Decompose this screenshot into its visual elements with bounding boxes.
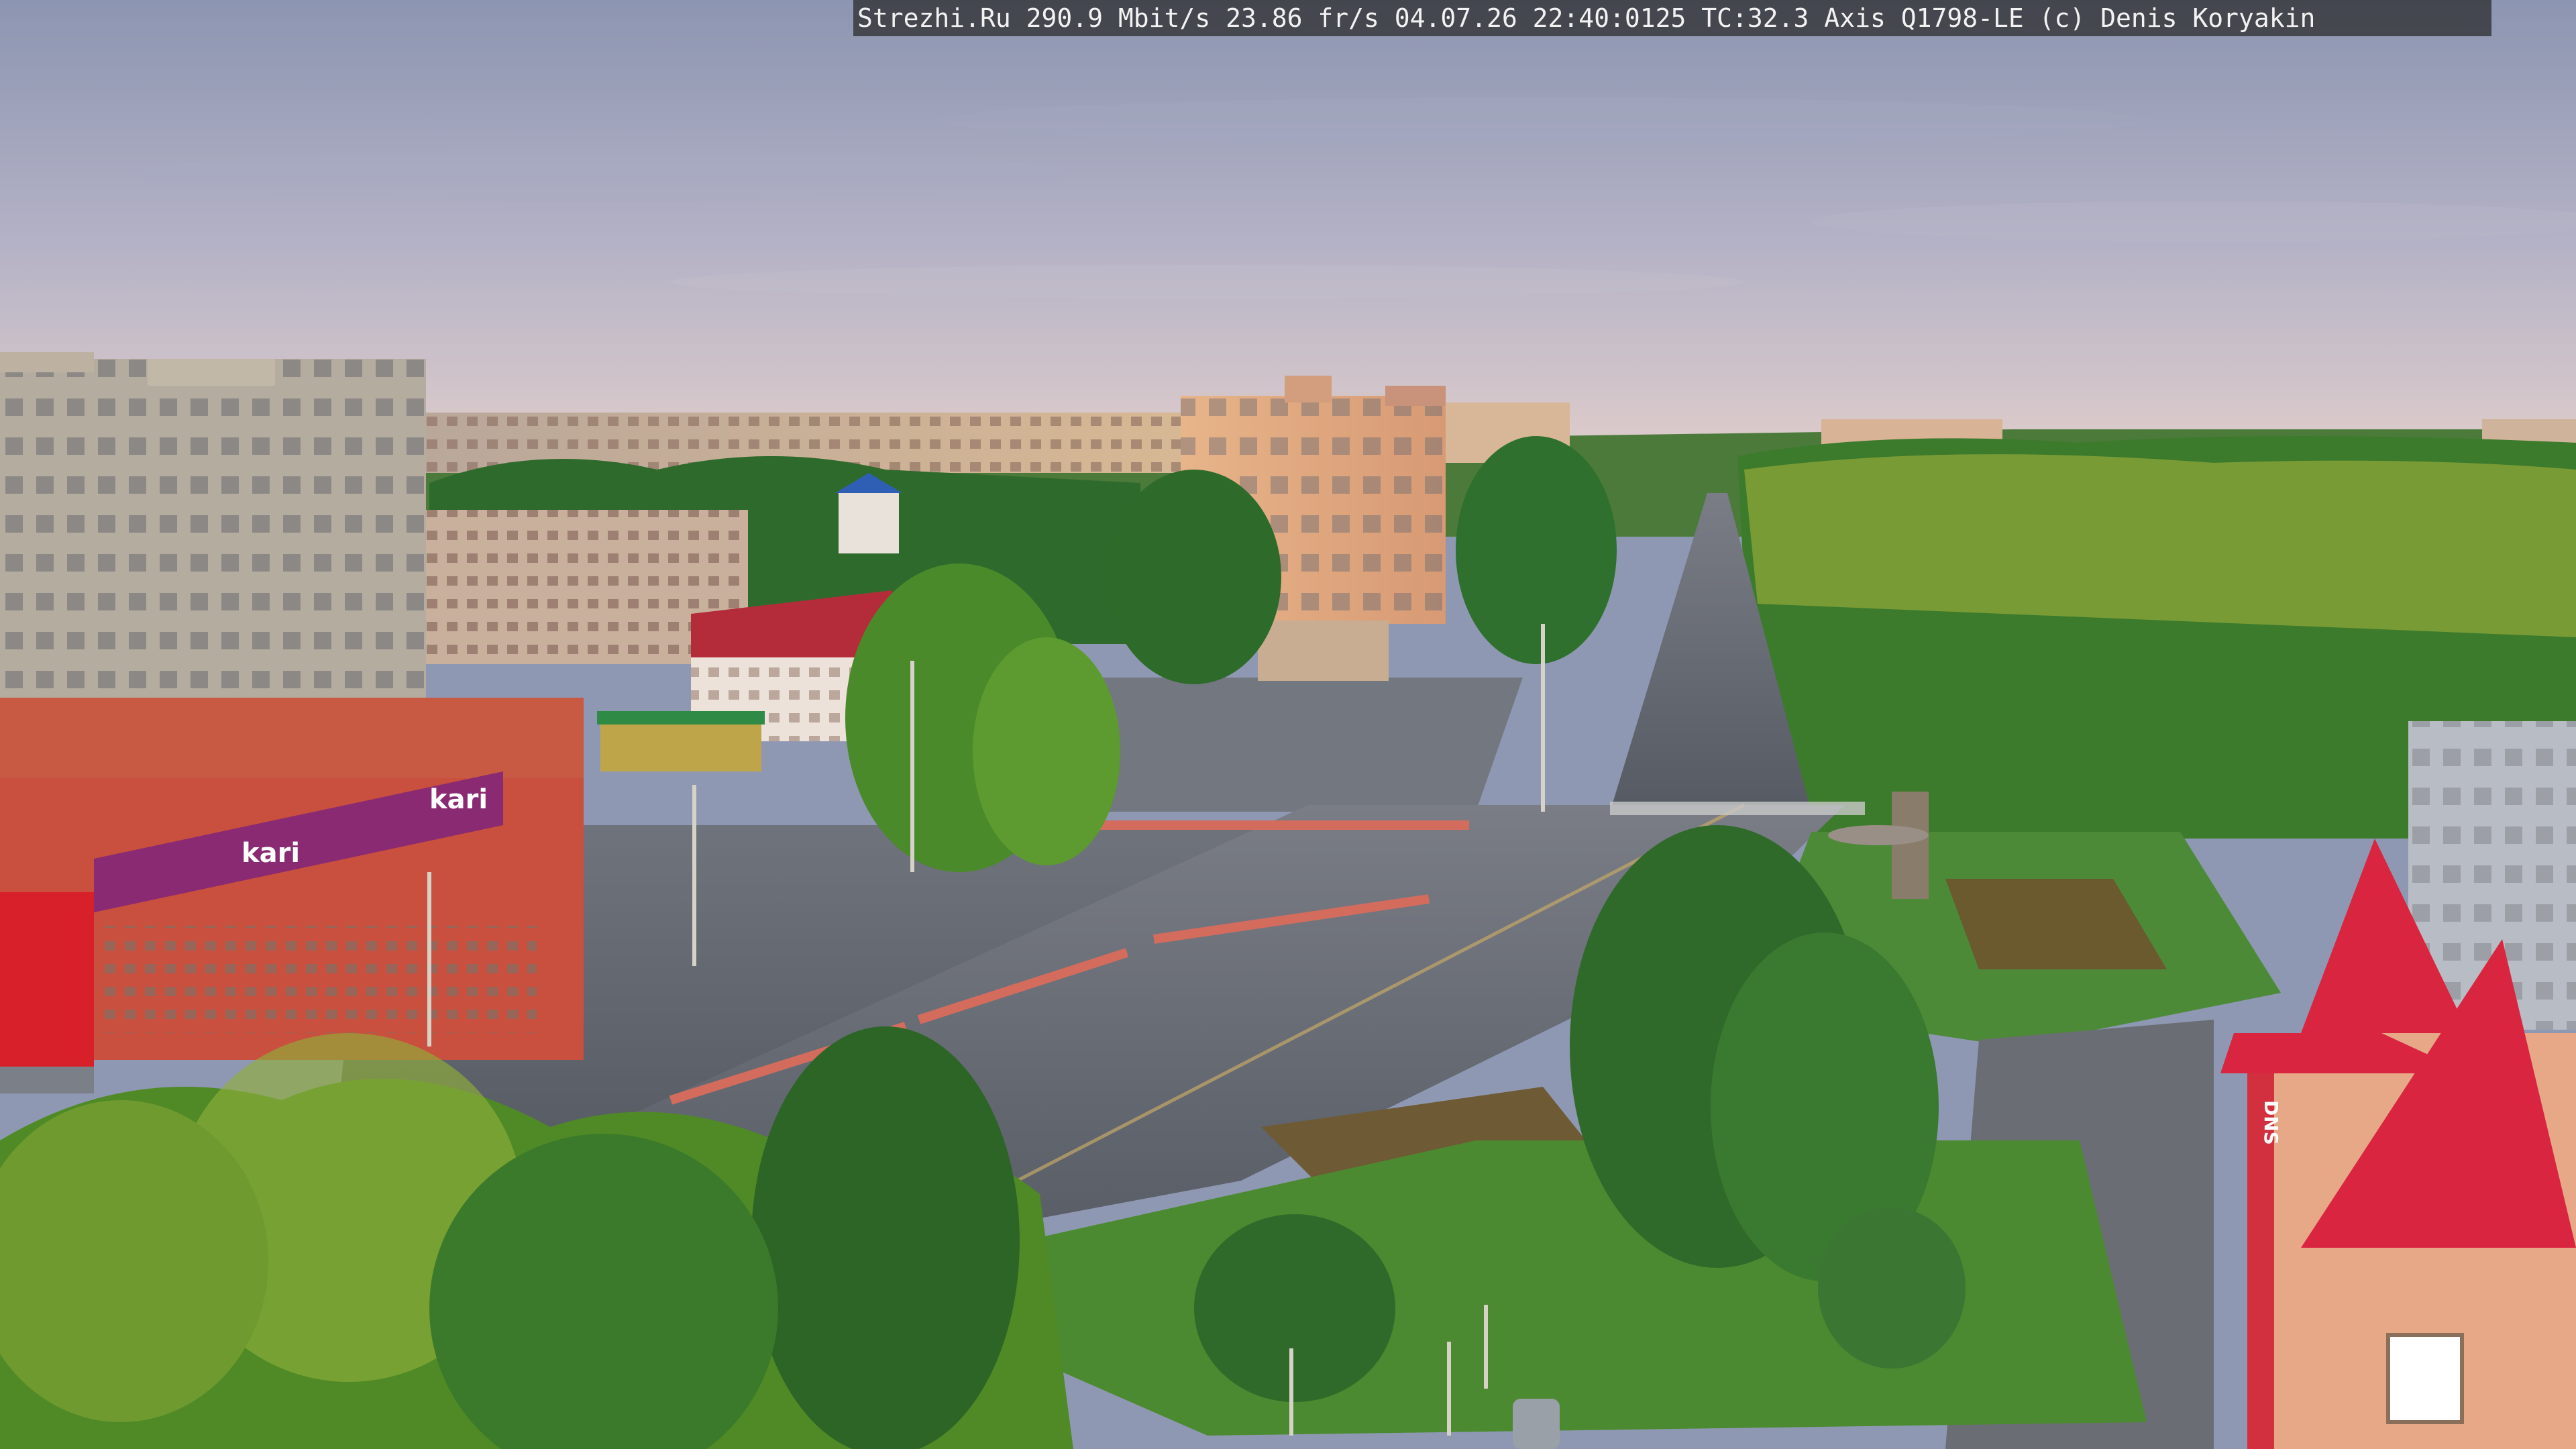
store-sign-kari-small: kari — [241, 838, 300, 869]
store-sign-dns: DNS — [2260, 1100, 2282, 1145]
camera-info-overlay: Strezhi.Ru 290.9 Mbit/s 23.86 fr/s 04.07… — [853, 0, 2491, 36]
store-sign-kari: kari — [429, 784, 488, 815]
city-street-scene: kari kari DNS — [0, 0, 2576, 1449]
green-kiosk-roof — [597, 711, 765, 724]
parking-plaza — [1073, 678, 1523, 812]
parked-car — [1513, 1399, 1560, 1449]
webcam-frame: kari kari DNS Strezhi.Ru 290.9 Mbit/s 23… — [0, 0, 2576, 1449]
crosswalk — [1610, 802, 1865, 815]
store-building-left — [0, 698, 584, 1093]
green-kiosk — [600, 718, 761, 771]
low-building-center — [1258, 621, 1389, 681]
